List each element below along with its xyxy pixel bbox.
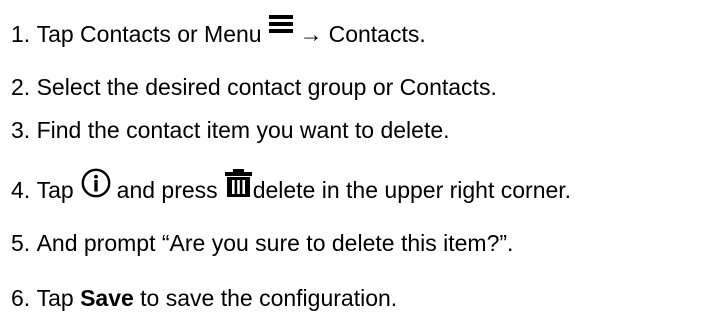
arrow-right-icon: → [299,21,323,47]
step-4-text-middle: and press [116,177,218,203]
step-4-number: 4. [11,177,31,203]
menu-icon [268,14,293,34]
step-1-number: 1. [11,21,31,47]
step-6: 6. Tap Save to save the configuration. [11,284,397,312]
step-4: 4. Tap and press delete in the upper rig… [11,168,572,204]
instruction-steps: 1. Tap Contacts or Menu → Contacts. 2. Se… [11,0,705,329]
step-1: 1. Tap Contacts or Menu → Contacts. [11,15,426,48]
step-3-number: 3. [11,117,31,143]
step-5: 5. And prompt “Are you sure to delete th… [11,229,513,257]
step-2-number: 2. [11,74,31,100]
save-keyword: Save [80,285,134,311]
step-1-text-after: Contacts. [328,21,426,47]
step-5-number: 5. [11,230,31,256]
step-5-text: And prompt “Are you sure to delete this … [36,230,514,256]
step-2: 2. Select the desired contact group or C… [11,73,497,101]
step-4-text-before: Tap [36,177,74,203]
step-3: 3. Find the contact item you want to del… [11,116,450,144]
step-2-text: Select the desired contact group or Cont… [36,74,497,100]
step-6-text-after: to save the configuration. [140,285,398,311]
step-6-text-before: Tap [36,285,74,311]
info-icon [81,168,111,198]
step-1-text-before: Tap Contacts or Menu [36,21,262,47]
step-4-text-after: delete in the upper right corner. [252,177,572,203]
step-3-text: Find the contact item you want to delete… [36,117,450,143]
step-6-number: 6. [11,285,31,311]
trash-icon [224,169,252,197]
